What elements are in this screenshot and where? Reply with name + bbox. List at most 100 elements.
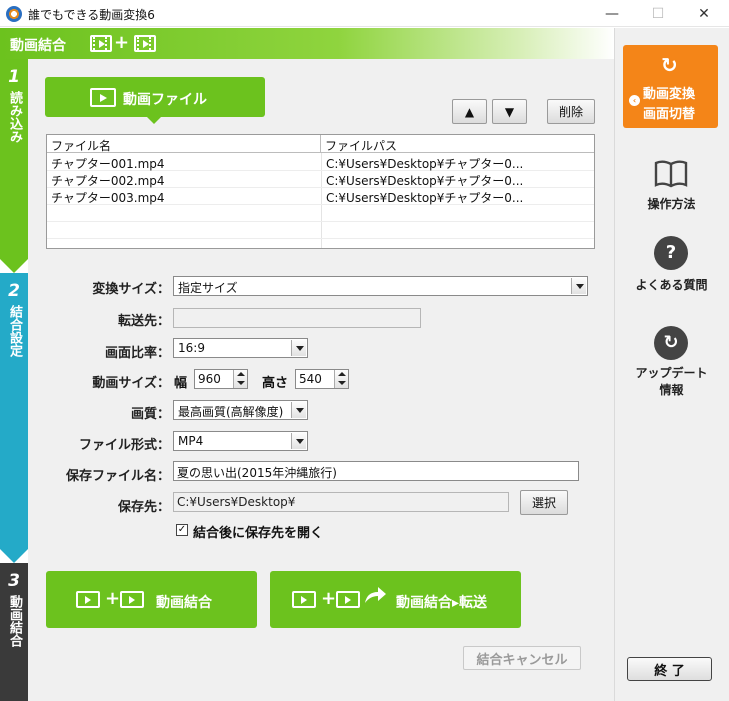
maximize-button[interactable]: ☐: [635, 0, 681, 27]
step-arrow-icon: [0, 549, 28, 563]
column-header-filename[interactable]: ファイル名: [47, 135, 321, 153]
move-up-button[interactable]: ▲: [452, 99, 487, 124]
video-file-icon: [90, 88, 116, 107]
open-after-label[interactable]: 結合後に保存先を開く: [193, 522, 323, 541]
update-info-button[interactable]: ↻ アップデート 情報: [614, 326, 729, 398]
aspect-ratio-label: 画面比率：: [104, 346, 170, 361]
step-label: 読み込み: [7, 91, 22, 143]
height-spin-icon[interactable]: [334, 370, 348, 388]
column-header-filepath[interactable]: ファイルパス: [321, 135, 594, 153]
video-file-icon: [90, 35, 112, 52]
title-bar: 誰でもできる動画変換6 — ☐ ✕: [0, 0, 729, 27]
step-number: 2: [8, 281, 20, 301]
video-file-tab-label: 動画ファイル: [123, 92, 207, 108]
quality-select[interactable]: 最高画質(高解像度): [173, 400, 308, 420]
step-label: 結合設定: [7, 305, 22, 357]
refresh-icon: ↻: [661, 53, 678, 77]
table-row[interactable]: チャプター003.mp4 C:¥Users¥Desktop¥チャプター0...: [47, 188, 594, 205]
select-folder-button[interactable]: 選択: [520, 490, 568, 515]
width-spin-icon[interactable]: [233, 370, 247, 388]
step-number: 1: [8, 67, 20, 87]
video-size-label: 動画サイズ：: [92, 376, 170, 391]
width-label: 幅: [174, 376, 188, 391]
step-tab-load[interactable]: 1 読み込み: [0, 59, 28, 259]
video-file-icon: [292, 591, 316, 608]
section-header: 動画結合 +: [0, 28, 614, 59]
cancel-merge-button[interactable]: 結合キャンセル: [463, 646, 581, 670]
merge-transfer-button[interactable]: + 動画結合▸転送: [270, 571, 521, 628]
faq-label: よくある質問: [635, 278, 708, 292]
book-icon: [654, 160, 688, 188]
file-name: チャプター001.mp4: [51, 157, 165, 171]
convert-size-value: 指定サイズ: [178, 281, 238, 295]
save-filename-input[interactable]: 夏の思い出(2015年沖縄旅行): [173, 461, 579, 481]
step-tab-settings[interactable]: 2 結合設定: [0, 273, 28, 549]
table-row[interactable]: チャプター002.mp4 C:¥Users¥Desktop¥チャプター0...: [47, 171, 594, 188]
table-row-empty: [47, 205, 594, 222]
exit-button[interactable]: 終 了: [627, 657, 712, 681]
chevron-down-icon: [571, 278, 586, 294]
merge-button-label: 動画結合: [156, 595, 212, 611]
file-format-value: MP4: [178, 434, 204, 448]
step-arrow-icon: [0, 259, 28, 273]
open-after-checkbox[interactable]: ✓: [176, 524, 188, 536]
chevron-down-icon: [291, 340, 306, 356]
aspect-ratio-select[interactable]: 16:9: [173, 338, 308, 358]
plus-icon: +: [321, 588, 337, 609]
window-title: 誰でもできる動画変換6: [28, 8, 155, 22]
tab-pointer: [147, 117, 161, 124]
quality-label: 画質：: [130, 407, 170, 422]
faq-button[interactable]: ? よくある質問: [614, 236, 729, 296]
minimize-button[interactable]: —: [589, 0, 635, 27]
file-format-select[interactable]: MP4: [173, 431, 308, 451]
transfer-to-label: 転送先：: [117, 314, 170, 329]
section-title: 動画結合: [10, 38, 66, 54]
save-filename-label: 保存ファイル名：: [65, 469, 170, 484]
update-label-line1: アップデート: [635, 366, 708, 380]
convert-size-select[interactable]: 指定サイズ: [173, 276, 588, 296]
help-button[interactable]: 操作方法: [614, 155, 729, 215]
transfer-to-field: [173, 308, 421, 328]
transfer-arrow-icon: [365, 587, 386, 603]
update-icon: ↻: [654, 326, 688, 360]
step-tab-merge[interactable]: 3 動画結合: [0, 563, 28, 701]
update-label-line2: 情報: [659, 383, 684, 397]
file-name: チャプター003.mp4: [51, 191, 165, 205]
delete-button[interactable]: 削除: [547, 99, 595, 124]
file-format-label: ファイル形式：: [78, 438, 170, 453]
step-number: 3: [8, 571, 20, 591]
step-label: 動画結合: [7, 595, 22, 647]
video-file-icon: [120, 591, 144, 608]
chevron-left-icon: ‹: [629, 95, 640, 106]
save-location-field: C:¥Users¥Desktop¥: [173, 492, 509, 512]
save-location-label: 保存先：: [117, 500, 170, 515]
move-down-button[interactable]: ▼: [492, 99, 527, 124]
file-name: チャプター002.mp4: [51, 174, 165, 188]
file-path: C:¥Users¥Desktop¥チャプター0...: [326, 191, 524, 205]
height-value: 540: [299, 372, 322, 386]
switch-label-line2: 画面切替: [643, 107, 696, 122]
close-button[interactable]: ✕: [681, 0, 727, 27]
question-icon: ?: [654, 236, 688, 270]
aspect-ratio-value: 16:9: [178, 341, 205, 355]
file-path: C:¥Users¥Desktop¥チャプター0...: [326, 174, 524, 188]
height-label: 高さ: [262, 376, 289, 391]
merge-transfer-label: 動画結合▸転送: [396, 595, 488, 611]
convert-size-label: 変換サイズ：: [92, 282, 170, 297]
video-file-icon: [76, 591, 100, 608]
switch-label-line1: 動画変換: [643, 87, 696, 102]
video-file-icon: [134, 35, 156, 52]
table-row[interactable]: チャプター001.mp4 C:¥Users¥Desktop¥チャプター0...: [47, 154, 594, 171]
chevron-down-icon: [291, 433, 306, 449]
merge-button[interactable]: + 動画結合: [46, 571, 257, 628]
table-row-empty: [47, 222, 594, 239]
app-logo-icon: [6, 6, 22, 22]
chevron-down-icon: [291, 402, 306, 418]
video-file-tab[interactable]: 動画ファイル: [45, 77, 265, 124]
file-path: C:¥Users¥Desktop¥チャプター0...: [326, 157, 524, 171]
switch-to-convert-button[interactable]: ↻ ‹ 動画変換 画面切替: [623, 45, 718, 128]
help-label: 操作方法: [647, 197, 696, 211]
plus-icon: +: [114, 32, 130, 53]
video-file-icon: [336, 591, 360, 608]
file-table[interactable]: ファイル名 ファイルパス チャプター001.mp4 C:¥Users¥Deskt…: [46, 134, 595, 249]
